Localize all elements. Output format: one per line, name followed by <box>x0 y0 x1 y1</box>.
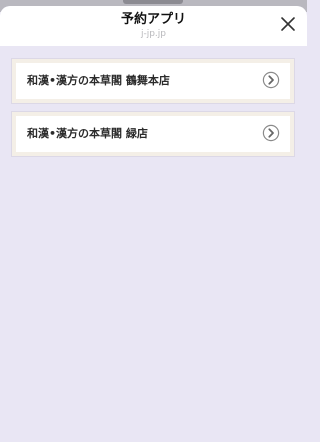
app-title: 予約アプリ <box>120 12 186 27</box>
chevron-right-circle-icon <box>262 124 280 142</box>
store-item-midori[interactable]: 和漢•漢方の本草閣 緑店 <box>12 112 294 156</box>
modal-sheet: 予約アプリ j-jp.jp 和漢•漢方の本草閣 鶴舞本店 和漢•漢方の本草閣 緑… <box>0 6 307 442</box>
store-item-tsurumai[interactable]: 和漢•漢方の本草閣 鶴舞本店 <box>12 59 294 103</box>
store-item-label: 和漢•漢方の本草閣 鶴舞本店 <box>27 74 170 87</box>
store-list: 和漢•漢方の本草閣 鶴舞本店 和漢•漢方の本草閣 緑店 <box>12 59 294 165</box>
sheet-grabber[interactable] <box>123 0 183 4</box>
sheet-header: 予約アプリ j-jp.jp <box>0 6 307 46</box>
close-icon <box>281 17 295 31</box>
close-button[interactable] <box>279 15 297 33</box>
chevron-right-circle-icon <box>262 71 280 89</box>
app-domain: j-jp.jp <box>140 29 167 39</box>
store-item-label: 和漢•漢方の本草閣 緑店 <box>27 127 148 140</box>
